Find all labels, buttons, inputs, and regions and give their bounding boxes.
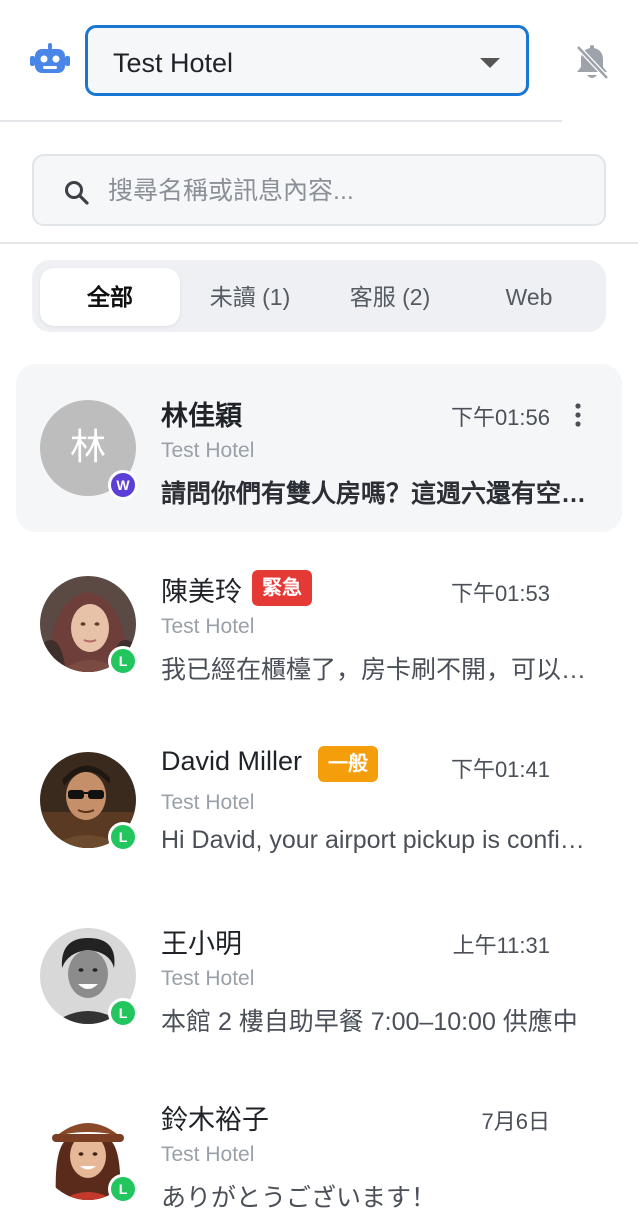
message-preview: 本館 2 樓自助早餐 7:00–10:00 供應中 (161, 1008, 578, 1036)
hotel-name: Test Hotel (161, 791, 255, 814)
caret-down-icon (480, 58, 500, 68)
priority-tag: 一般 (318, 746, 378, 782)
contact-name: 林佳穎 (161, 401, 242, 431)
tab-customer-service[interactable]: 客服 (2) (320, 268, 460, 326)
contact-name: 鈴木裕子 (161, 1105, 269, 1135)
hotel-name: Test Hotel (161, 615, 255, 638)
message-preview: ありがとうございます！ (161, 1184, 437, 1212)
hotel-select[interactable]: Test Hotel (85, 25, 529, 96)
header-divider (0, 120, 562, 122)
hotel-select-value: Test Hotel (113, 48, 234, 78)
contact-name: 陳美玲 (161, 577, 242, 607)
conversation-item[interactable]: L 王小明 上午11:31 Test Hotel 本館 2 樓自助早餐 7:00… (16, 892, 622, 1060)
channel-badge-web: W (108, 470, 138, 500)
conversation-item[interactable]: L 陳美玲 緊急 下午01:53 Test Hotel 我已經在櫃檯了，房卡刷不… (16, 540, 622, 708)
filter-tabs: 全部 未讀 (1) 客服 (2) Web (32, 260, 606, 332)
hotel-name: Test Hotel (161, 1143, 255, 1166)
channel-badge-line: L (108, 646, 138, 676)
message-time: 下午01:41 (450, 757, 550, 782)
search-divider (0, 242, 638, 244)
tab-unread[interactable]: 未讀 (1) (180, 268, 320, 326)
tab-all[interactable]: 全部 (40, 268, 180, 326)
message-time: 下午01:56 (450, 405, 550, 430)
message-time: 下午01:53 (450, 581, 550, 606)
conversation-item[interactable]: 林 W 林佳穎 下午01:56 Test Hotel 請問你們有雙人房嗎？這週六… (16, 364, 622, 532)
priority-tag: 緊急 (252, 570, 312, 606)
conversation-item[interactable]: L David Miller 一般 下午01:41 Test Hotel Hi … (16, 716, 622, 884)
contact-name: 王小明 (161, 929, 242, 959)
bell-off-icon[interactable] (574, 44, 610, 82)
search-icon (65, 181, 89, 205)
more-options-icon[interactable] (570, 402, 586, 430)
conversation-item[interactable]: L 鈴木裕子 7月6日 Test Hotel ありがとうございます！ (16, 1068, 622, 1230)
robot-icon[interactable] (30, 42, 70, 78)
channel-badge-line: L (108, 822, 138, 852)
message-preview: 請問你們有雙人房嗎？這週六還有空房嗎？ (161, 480, 591, 508)
search-box[interactable] (32, 154, 606, 226)
channel-badge-line: L (108, 1174, 138, 1204)
contact-name: David Miller (161, 746, 303, 776)
hotel-name: Test Hotel (161, 967, 255, 990)
message-preview: 我已經在櫃檯了，房卡刷不開，可以幫忙嗎？ (161, 656, 591, 684)
message-time: 上午11:31 (452, 933, 550, 958)
tab-web[interactable]: Web (459, 268, 599, 326)
message-time: 7月6日 (481, 1109, 550, 1134)
top-bar: Test Hotel (0, 0, 638, 122)
channel-badge-line: L (108, 998, 138, 1028)
message-preview: Hi David, your airport pickup is confirm… (161, 826, 591, 854)
hotel-name: Test Hotel (161, 439, 255, 462)
search-input[interactable] (108, 172, 588, 210)
